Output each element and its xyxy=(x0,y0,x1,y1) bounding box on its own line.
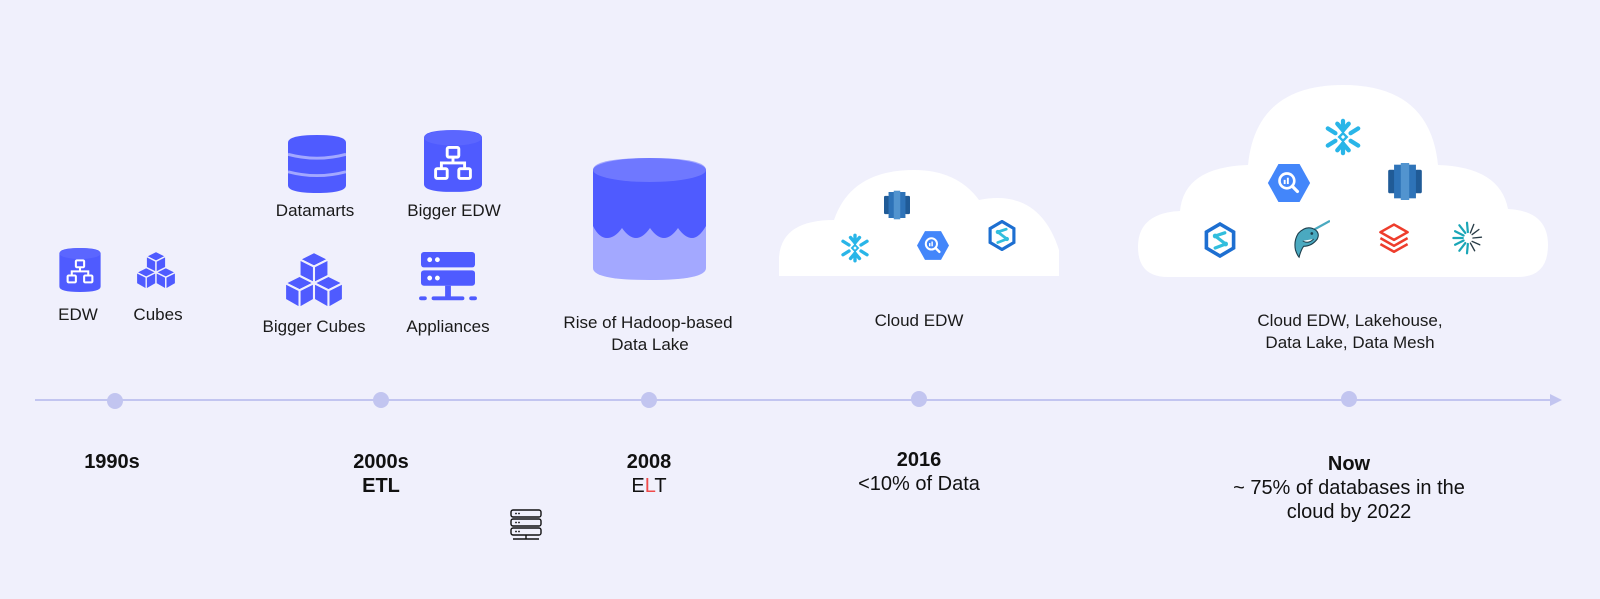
now-label-line1: Cloud EDW, Lakehouse, xyxy=(1257,311,1443,330)
elt-t: T xyxy=(654,475,667,497)
era-2000s: 2000s xyxy=(353,451,409,473)
era-2016: 2016 xyxy=(896,449,942,471)
amazon-redshift-logo xyxy=(884,190,910,220)
era-now-sub1: ~ 75% of databases in the xyxy=(1233,477,1465,499)
bigger-cubes-label: Bigger Cubes xyxy=(262,317,366,336)
era-now: Now xyxy=(1327,453,1371,475)
cloud-shape xyxy=(779,170,1059,276)
timeline-marker-1990s xyxy=(107,393,123,409)
timeline-marker-2000s xyxy=(373,392,389,408)
cloud-edw-label: Cloud EDW xyxy=(874,311,964,330)
starburst-trino-logo xyxy=(1290,218,1330,260)
era-2008: 2008 xyxy=(626,451,672,473)
elt-l-highlight: L xyxy=(644,475,655,497)
timeline-arrow-icon xyxy=(1550,394,1562,406)
era-2000s-sub: ETL xyxy=(362,475,400,497)
appliances-label: Appliances xyxy=(406,317,490,336)
google-bigquery-logo xyxy=(1267,164,1311,202)
datamarts-label: Datamarts xyxy=(275,201,355,220)
databricks-logo xyxy=(1377,222,1411,256)
bigger-edw-label: Bigger EDW xyxy=(407,201,501,220)
snowflake-logo xyxy=(840,233,870,263)
edw-label: EDW xyxy=(58,305,98,324)
data-lake-icon xyxy=(593,158,706,280)
timeline xyxy=(35,391,1562,409)
azure-synapse-logo xyxy=(988,220,1016,251)
google-bigquery-logo xyxy=(917,231,949,260)
database-network-icon xyxy=(424,130,482,192)
timeline-marker-2016 xyxy=(911,391,927,407)
cubes-icon xyxy=(135,250,177,292)
database-network-icon xyxy=(59,248,101,292)
server-outline-icon xyxy=(510,509,542,541)
hadoop-label-line1: Rise of Hadoop-based xyxy=(563,313,733,332)
cubes-label: Cubes xyxy=(133,305,183,324)
database-icon xyxy=(288,135,346,193)
azure-synapse-logo xyxy=(1204,222,1236,258)
elt-e: E xyxy=(631,475,645,497)
now-label-line2: Data Lake, Data Mesh xyxy=(1265,333,1435,352)
era-now-sub2: cloud by 2022 xyxy=(1286,501,1412,523)
timeline-marker-2008 xyxy=(641,392,657,408)
cloud-shape xyxy=(1138,85,1548,277)
snowflake-logo xyxy=(1324,118,1362,156)
amazon-redshift-logo xyxy=(1388,163,1422,200)
hadoop-label-line2: Data Lake xyxy=(611,335,689,354)
era-1990s: 1990s xyxy=(84,451,140,473)
server-icon xyxy=(418,252,478,306)
timeline-marker-now xyxy=(1341,391,1357,407)
cubes-icon xyxy=(283,250,345,312)
era-2016-sub: <10% of Data xyxy=(858,473,980,495)
era-2008-sub: ELT xyxy=(631,474,666,498)
dremio-logo xyxy=(1450,221,1484,255)
